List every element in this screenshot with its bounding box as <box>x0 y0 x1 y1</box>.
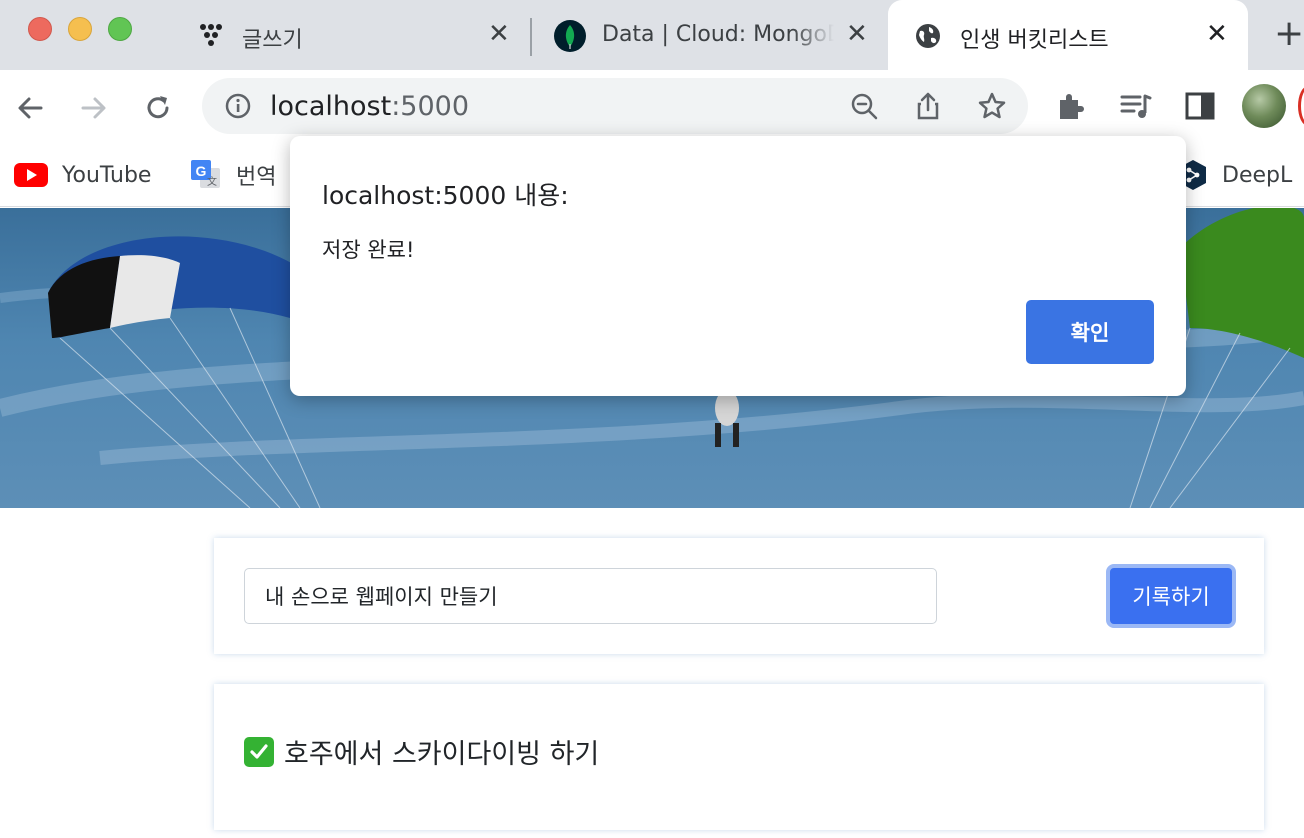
tab-mongodb[interactable]: Data | Cloud: MongoDB Cloud ✕ <box>532 0 884 70</box>
youtube-icon <box>14 163 48 187</box>
mongodb-leaf-icon <box>554 20 586 52</box>
bookmark-label: DeepL <box>1222 162 1293 188</box>
bookmark-label: YouTube <box>62 162 152 188</box>
bucket-input-card: 기록하기 <box>214 538 1264 654</box>
tab-writing[interactable]: 글쓰기 ✕ <box>180 0 530 70</box>
tab-title: 글쓰기 <box>242 28 303 53</box>
reload-icon <box>147 96 169 119</box>
url-host: localhost <box>270 91 392 122</box>
tab-bucketlist[interactable]: 인생 버킷리스트 ✕ <box>888 0 1248 70</box>
close-window-button[interactable] <box>28 17 52 41</box>
google-translate-icon: G文 <box>191 160 220 188</box>
tab-strip: 글쓰기 ✕ Data | Cloud: MongoDB Cloud ✕ 인생 버… <box>0 0 1304 70</box>
minimize-window-button[interactable] <box>68 17 92 41</box>
arrow-left-icon <box>18 97 43 119</box>
dialog-message: 저장 완료! <box>322 238 415 262</box>
bucket-list-card: 호주에서 스카이다이빙 하기 <box>214 684 1264 830</box>
close-tab-icon[interactable]: ✕ <box>488 21 510 47</box>
bookmark-youtube[interactable]: YouTube <box>14 158 151 192</box>
info-icon[interactable] <box>224 92 252 120</box>
browser-toolbar: localhost:5000 <box>0 70 1304 144</box>
media-queue-icon[interactable] <box>1118 88 1154 124</box>
bookmark-label: 번역 <box>236 165 277 190</box>
url-text[interactable]: localhost:5000 <box>270 91 469 122</box>
side-panel-icon[interactable] <box>1182 88 1218 124</box>
new-tab-button[interactable]: + <box>1274 16 1304 52</box>
forward-button[interactable] <box>74 88 114 128</box>
tab-title: Data | Cloud: MongoDB Cloud <box>602 22 834 47</box>
svg-text:G: G <box>196 163 207 179</box>
close-tab-icon[interactable]: ✕ <box>1206 21 1228 47</box>
back-button[interactable] <box>10 88 50 128</box>
zoom-out-icon[interactable] <box>848 90 880 122</box>
extensions-icon[interactable] <box>1054 88 1090 124</box>
bucket-item-text: 호주에서 스카이다이빙 하기 <box>284 739 600 770</box>
bookmark-star-icon[interactable] <box>976 90 1008 122</box>
tab-title: 인생 버킷리스트 <box>960 28 1109 53</box>
bucket-list-item: 호주에서 스카이다이빙 하기 <box>244 732 599 771</box>
profile-avatar[interactable] <box>1242 84 1286 128</box>
bookmark-translate[interactable]: G文 번역 <box>190 158 276 192</box>
arrow-right-icon <box>81 97 106 119</box>
reload-button[interactable] <box>138 88 178 128</box>
check-mark-icon <box>244 736 274 767</box>
close-tab-icon[interactable]: ✕ <box>846 21 868 47</box>
dialog-title: localhost:5000 내용: <box>322 181 569 210</box>
ok-button[interactable]: 확인 <box>1026 300 1154 364</box>
profile-badge[interactable] <box>1298 86 1304 126</box>
dots-logo-icon <box>200 24 222 46</box>
url-port: :5000 <box>391 91 470 122</box>
bucket-text-input[interactable] <box>244 568 937 624</box>
svg-text:文: 文 <box>207 175 217 188</box>
address-bar[interactable]: localhost:5000 <box>202 78 1028 134</box>
share-icon[interactable] <box>912 90 944 122</box>
save-button[interactable]: 기록하기 <box>1106 564 1236 628</box>
alert-dialog: localhost:5000 내용: 저장 완료! 확인 <box>290 136 1186 396</box>
bookmark-deepl[interactable]: DeepL <box>1178 158 1292 192</box>
maximize-window-button[interactable] <box>108 17 132 41</box>
globe-icon <box>916 24 940 48</box>
